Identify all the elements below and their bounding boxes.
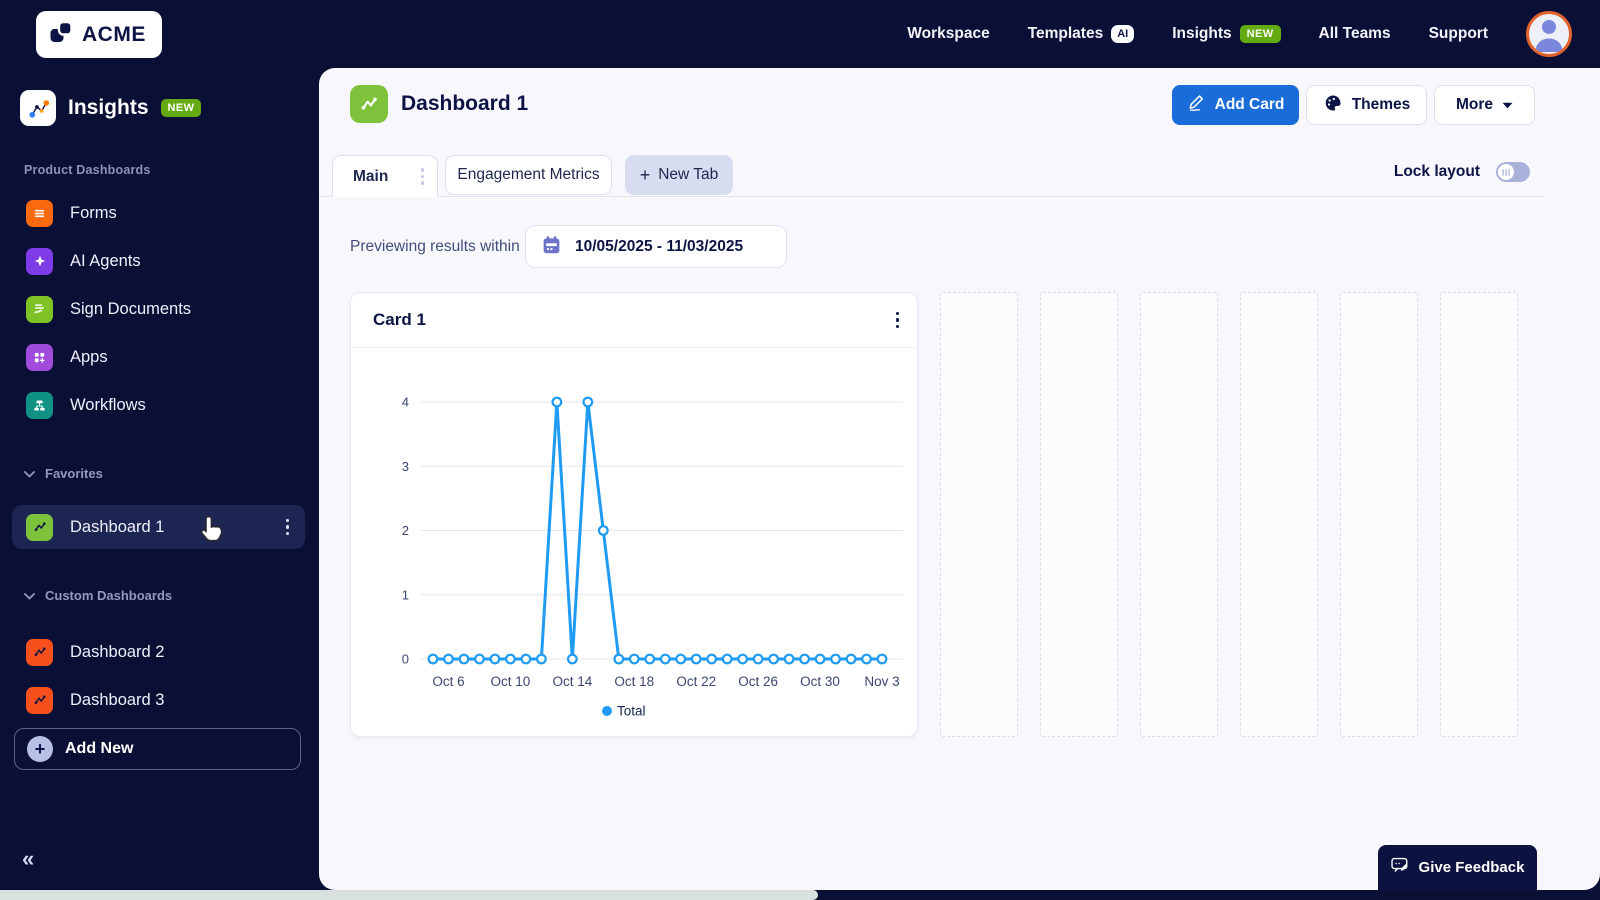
palette-icon xyxy=(1323,93,1343,118)
plus-icon: + xyxy=(639,164,651,185)
sidebar-item-ai-agents[interactable]: AI Agents xyxy=(0,237,319,285)
svg-text:Oct 26: Oct 26 xyxy=(738,674,778,689)
sidebar-new-badge: NEW xyxy=(160,99,202,117)
svg-text:Oct 14: Oct 14 xyxy=(552,674,592,689)
lock-layout-control: Lock layout xyxy=(1394,158,1530,186)
add-card-button[interactable]: Add Card xyxy=(1172,85,1299,125)
svg-text:Total: Total xyxy=(617,704,646,719)
date-range-picker[interactable]: 10/05/2025 - 11/03/2025 xyxy=(525,225,787,268)
nav-workspace[interactable]: Workspace xyxy=(907,25,989,43)
grid-placeholder-column xyxy=(940,292,1018,737)
preview-filter-row: Previewing results within 10/05/2025 - 1… xyxy=(350,225,787,268)
svg-text:1: 1 xyxy=(402,587,409,602)
preview-filter-label: Previewing results within xyxy=(350,237,520,255)
sidebar-item-sign-documents[interactable]: Sign Documents xyxy=(0,285,319,333)
svg-text:Nov 3: Nov 3 xyxy=(864,674,899,689)
ai-agents-icon xyxy=(26,247,53,275)
plus-icon: + xyxy=(27,736,53,762)
sidebar-app-title: Insights xyxy=(68,96,149,119)
tab-main-kebab-menu[interactable] xyxy=(420,168,424,185)
dashboard-title-icon xyxy=(350,85,388,123)
nav-templates[interactable]: Templates AI xyxy=(1028,25,1135,43)
toggle-knob xyxy=(1498,164,1514,180)
sidebar-item-dashboard-2[interactable]: Dashboard 2 xyxy=(0,628,319,676)
top-bar: ACME Workspace Templates AI Insights NEW A… xyxy=(0,0,1600,68)
grid-placeholder-column xyxy=(1340,292,1418,737)
acme-logo-icon xyxy=(48,19,75,51)
collapse-sidebar-button[interactable]: « xyxy=(22,846,34,872)
dashboard-2-icon xyxy=(26,638,53,666)
person-icon xyxy=(1529,14,1569,54)
card-kebab-menu[interactable] xyxy=(895,311,899,329)
nav-support[interactable]: Support xyxy=(1429,25,1488,43)
svg-text:4: 4 xyxy=(402,395,409,410)
line-chart: 0 1 2 3 4 Oct 6 Oct 10 Oct 14 Oct 18 Oct 22 Oct 26… xyxy=(402,395,903,719)
sidebar-item-forms[interactable]: Forms xyxy=(0,189,319,237)
calendar-icon xyxy=(541,234,562,260)
nav-insights[interactable]: Insights NEW xyxy=(1172,25,1281,43)
section-favorites[interactable]: Favorites xyxy=(24,466,103,481)
apps-icon xyxy=(26,343,53,371)
svg-text:3: 3 xyxy=(402,459,409,474)
grid-placeholder-column xyxy=(1240,292,1318,737)
sidebar-item-apps[interactable]: Apps xyxy=(0,333,319,381)
give-feedback-button[interactable]: Give Feedback xyxy=(1378,845,1537,890)
more-button[interactable]: More xyxy=(1434,85,1535,125)
card-header: Card 1 xyxy=(351,293,917,348)
svg-text:Oct 22: Oct 22 xyxy=(676,674,716,689)
add-new-button[interactable]: + Add New xyxy=(14,728,301,770)
svg-text:Oct 30: Oct 30 xyxy=(800,674,840,689)
acme-logo[interactable]: ACME xyxy=(36,11,162,58)
chevron-down-icon xyxy=(24,466,35,481)
dashboard-3-icon xyxy=(26,686,53,714)
lock-layout-label: Lock layout xyxy=(1393,163,1480,180)
dashboard-1-kebab-menu[interactable] xyxy=(285,518,289,536)
themes-button[interactable]: Themes xyxy=(1306,85,1427,125)
nav-all-teams[interactable]: All Teams xyxy=(1319,25,1391,43)
scrollbar-thumb[interactable] xyxy=(0,890,818,900)
caret-down-icon xyxy=(1502,96,1513,114)
dashboard-1-icon xyxy=(26,513,53,541)
svg-text:Oct 18: Oct 18 xyxy=(614,674,654,689)
page-title: Dashboard 1 xyxy=(401,92,529,115)
sidebar-item-workflows[interactable]: Workflows xyxy=(0,381,319,429)
new-tab-button[interactable]: + New Tab xyxy=(625,155,733,195)
acme-logo-text: ACME xyxy=(82,22,146,46)
insights-app-icon xyxy=(20,90,56,126)
lock-layout-toggle[interactable] xyxy=(1496,162,1530,182)
sidebar-item-dashboard-3[interactable]: Dashboard 3 xyxy=(0,676,319,724)
pencil-icon xyxy=(1187,93,1206,117)
svg-text:0: 0 xyxy=(402,652,409,667)
main-panel: Dashboard 1 Add Card Themes More Main En… xyxy=(319,68,1600,890)
chevron-down-icon xyxy=(24,588,35,603)
svg-text:Oct 6: Oct 6 xyxy=(432,674,464,689)
new-badge: NEW xyxy=(1239,25,1281,43)
card-title: Card 1 xyxy=(373,310,426,329)
ai-badge: AI xyxy=(1111,25,1135,43)
top-navigation: Workspace Templates AI Insights NEW All Te… xyxy=(907,0,1600,68)
user-avatar[interactable] xyxy=(1526,11,1572,57)
tab-engagement-metrics[interactable]: Engagement Metrics xyxy=(445,155,612,195)
date-range-value: 10/05/2025 - 11/03/2025 xyxy=(575,237,744,255)
svg-text:2: 2 xyxy=(402,523,409,538)
sidebar-app-header: Insights NEW xyxy=(20,90,202,126)
workflows-icon xyxy=(26,391,53,419)
section-product-dashboards: Product Dashboards xyxy=(24,163,151,177)
sign-documents-icon xyxy=(26,295,53,323)
sidebar-item-dashboard-1[interactable]: Dashboard 1 xyxy=(12,505,305,549)
horizontal-scrollbar xyxy=(0,890,1600,900)
card-1: Card 1 0 1 2 3 4 Oct 6 Oct 10 Oct 14 Oct 18 Oct 2… xyxy=(350,292,918,737)
grid-placeholder-column xyxy=(1040,292,1118,737)
feedback-icon xyxy=(1390,857,1410,878)
svg-text:Oct 10: Oct 10 xyxy=(491,674,531,689)
sidebar: Insights NEW Product Dashboards Forms AI… xyxy=(0,68,319,890)
product-dashboards-list: Forms AI Agents Sign Documents Apps Work… xyxy=(0,189,319,429)
tabs-divider xyxy=(319,196,1545,197)
section-custom-dashboards[interactable]: Custom Dashboards xyxy=(24,588,172,603)
grid-placeholder-column xyxy=(1140,292,1218,737)
forms-icon xyxy=(26,199,53,227)
grid-placeholder-column xyxy=(1440,292,1518,737)
tab-main[interactable]: Main xyxy=(332,155,438,197)
